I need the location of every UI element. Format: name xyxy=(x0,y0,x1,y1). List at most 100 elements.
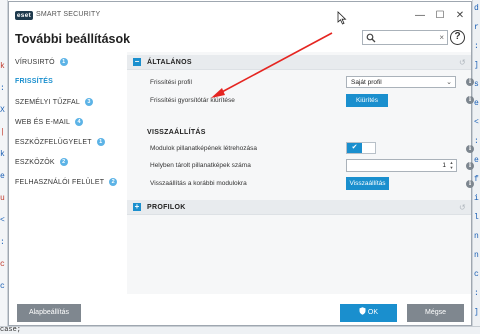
background-glyph: | xyxy=(0,128,5,137)
sidebar-item-badge: 1 xyxy=(59,58,68,66)
info-icon[interactable]: i xyxy=(466,145,474,153)
background-glyph: e xyxy=(474,99,479,108)
search-icon xyxy=(366,33,376,43)
ok-label: OK xyxy=(367,309,379,316)
stepper-arrows-icon[interactable]: ▲ ▼ xyxy=(448,160,455,171)
reset-icon[interactable]: ↺ xyxy=(459,58,466,67)
collapse-icon[interactable]: − xyxy=(133,58,141,66)
clear-cache-label: Frissítési gyorsítótár kiürítése xyxy=(150,97,235,104)
background-glyph: : xyxy=(0,238,5,247)
background-glyph: c xyxy=(0,282,5,291)
sidebar-item-tools[interactable]: ESZKÖZÖK 2 xyxy=(15,158,68,166)
background-glyph: < xyxy=(0,216,5,225)
background-glyph: < xyxy=(474,118,479,127)
ok-button[interactable]: OK xyxy=(340,304,397,322)
rollback-heading: VISSZAÁLLÍTÁS xyxy=(147,129,206,136)
sidebar-item-label: FELHASZNÁLÓI FELÜLET xyxy=(15,178,105,186)
background-glyph: : xyxy=(0,84,5,93)
sidebar-item-device-control[interactable]: ESZKÖZFELÜGYELET 1 xyxy=(15,138,105,146)
background-glyph: i xyxy=(474,194,479,203)
defaults-button[interactable]: Alapbeállítás xyxy=(17,304,81,322)
background-glyph: c xyxy=(0,260,5,269)
background-glyph: : xyxy=(474,289,479,298)
section-profiles-header[interactable]: + PROFILOK ↺ xyxy=(127,200,471,215)
background-glyph: r xyxy=(474,23,479,32)
background-window-left: k: X | k e u <: c c xyxy=(0,0,8,334)
background-glyph: n xyxy=(474,232,479,241)
background-glyph: : xyxy=(474,42,479,51)
mouse-cursor-icon xyxy=(337,11,347,25)
expand-icon[interactable]: + xyxy=(133,203,141,211)
help-icon[interactable]: ? xyxy=(450,30,465,45)
background-glyph: d xyxy=(474,4,479,13)
sidebar-item-badge: 3 xyxy=(84,98,93,106)
settings-window: eset SMART SECURITY — ☐ ✕ További beállí… xyxy=(8,1,474,326)
snapshots-toggle[interactable]: ✔ xyxy=(346,142,376,154)
sidebar-item-label: ESZKÖZFELÜGYELET xyxy=(15,138,92,146)
background-glyph: : xyxy=(474,137,479,146)
background-glyph: s xyxy=(474,80,479,89)
sidebar: VÍRUSIRTÓ 1 FRISSÍTÉS SZEMÉLYI TŰZFAL 3 … xyxy=(9,52,127,292)
background-glyph: ] xyxy=(474,61,479,70)
background-glyph: n xyxy=(474,251,479,260)
background-glyph: u xyxy=(0,194,5,203)
close-button[interactable]: ✕ xyxy=(453,9,467,23)
revert-label: Visszaállítás a korábbi modulokra xyxy=(150,180,247,187)
settings-content: − ÁLTALÁNOS ↺ Frissítési profil Saját pr… xyxy=(127,52,474,294)
stepper-value: 1 xyxy=(442,162,446,169)
update-profile-select[interactable]: Saját profil ⌄ xyxy=(346,76,456,88)
clear-cache-button[interactable]: Kiürítés xyxy=(346,94,388,107)
background-glyph: f xyxy=(474,175,479,184)
app-title: SMART SECURITY xyxy=(36,11,101,18)
revert-button[interactable]: Visszaállítás xyxy=(346,177,389,190)
sidebar-item-firewall[interactable]: SZEMÉLYI TŰZFAL 3 xyxy=(15,98,93,106)
shield-icon xyxy=(359,307,366,315)
sidebar-item-label: WEB ÉS E-MAIL xyxy=(15,118,71,126)
background-window-bottom: case; xyxy=(0,326,480,334)
sidebar-item-update[interactable]: FRISSÍTÉS xyxy=(15,78,53,85)
page-title: További beállítások xyxy=(15,32,131,46)
cancel-button[interactable]: Mégse xyxy=(407,304,464,322)
check-icon: ✔ xyxy=(347,143,362,153)
sidebar-item-label: FRISSÍTÉS xyxy=(15,78,53,85)
maximize-button[interactable]: ☐ xyxy=(433,9,447,23)
info-icon[interactable]: i xyxy=(466,162,474,170)
sidebar-item-badge: 2 xyxy=(109,178,118,186)
sidebar-item-badge: 4 xyxy=(75,118,84,126)
background-text: case; xyxy=(0,326,22,334)
section-title: ÁLTALÁNOS xyxy=(147,59,192,66)
sidebar-item-badge: 1 xyxy=(96,138,105,146)
chevron-down-icon: ⌄ xyxy=(446,79,452,86)
sidebar-item-badge: 2 xyxy=(59,158,68,166)
eset-logo: eset xyxy=(15,11,33,20)
minimize-button[interactable]: — xyxy=(413,9,427,23)
sidebar-item-user-interface[interactable]: FELHASZNÁLÓI FELÜLET 2 xyxy=(15,178,118,186)
snapshots-label: Modulok pillanatképének létrehozása xyxy=(150,145,257,152)
background-glyph: ] xyxy=(474,308,479,317)
info-icon[interactable]: i xyxy=(466,96,474,104)
update-profile-label: Frissítési profil xyxy=(150,79,192,86)
reset-icon[interactable]: ↺ xyxy=(459,203,466,212)
snapshot-count-stepper[interactable]: 1 ▲ ▼ xyxy=(346,159,457,172)
section-general-header[interactable]: − ÁLTALÁNOS ↺ xyxy=(127,55,471,70)
info-icon[interactable]: i xyxy=(466,78,474,86)
background-glyph: e xyxy=(0,172,5,181)
search-clear-icon[interactable]: × xyxy=(439,31,444,45)
sidebar-item-web-email[interactable]: WEB ÉS E-MAIL 4 xyxy=(15,118,84,126)
sidebar-item-label: SZEMÉLYI TŰZFAL xyxy=(15,98,80,106)
background-glyph: c xyxy=(474,270,479,279)
background-glyph: k xyxy=(0,62,5,71)
select-value: Saját profil xyxy=(351,79,382,86)
search-input[interactable]: × xyxy=(362,30,448,45)
info-icon[interactable]: i xyxy=(466,180,474,188)
sidebar-item-label: ESZKÖZÖK xyxy=(15,158,55,166)
sidebar-item-antivirus[interactable]: VÍRUSIRTÓ 1 xyxy=(15,58,68,66)
background-glyph: X xyxy=(0,106,5,115)
background-glyph: e xyxy=(474,156,479,165)
sidebar-item-label: VÍRUSIRTÓ xyxy=(15,58,55,66)
title-bar: eset SMART SECURITY — ☐ ✕ xyxy=(9,2,471,28)
section-title: PROFILOK xyxy=(147,204,186,211)
background-glyph: k xyxy=(0,150,5,159)
background-glyph: l xyxy=(474,213,479,222)
snapshot-count-label: Helyben tárolt pillanatképek száma xyxy=(150,162,251,169)
